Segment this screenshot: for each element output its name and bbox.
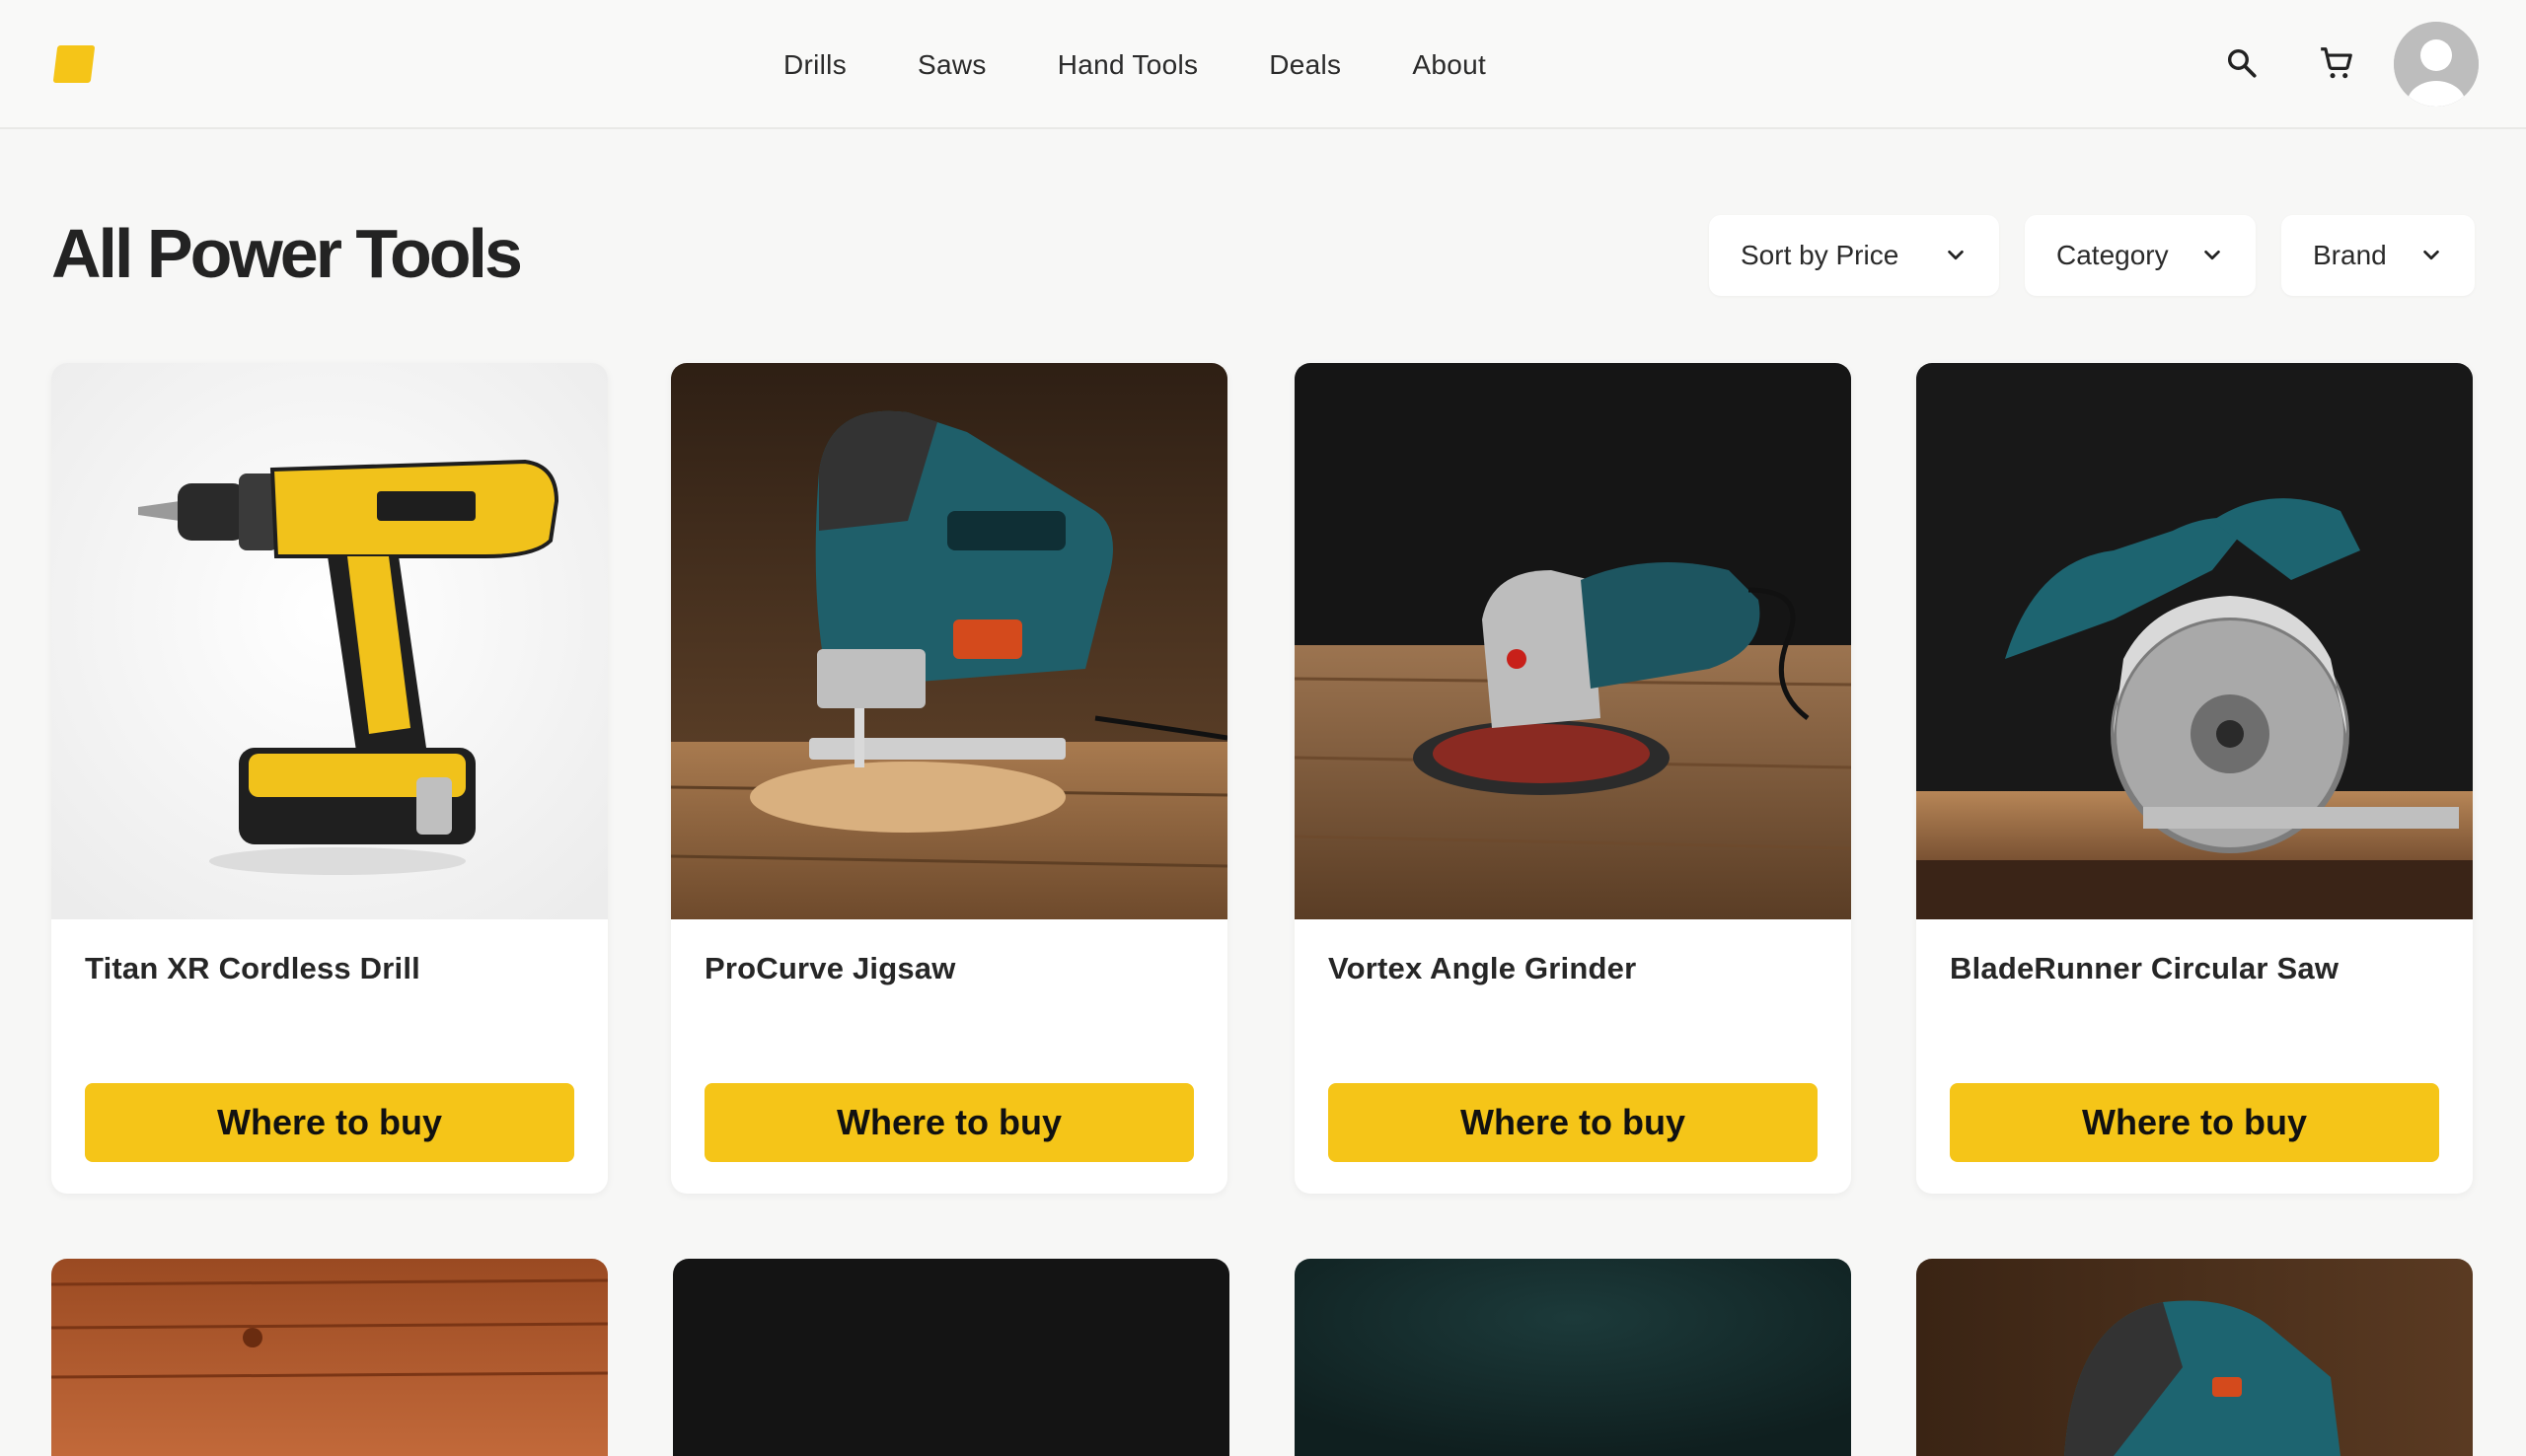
product-image-drill[interactable] [51, 363, 608, 919]
product-card[interactable]: Vortex Angle Grinder Where to buy [1295, 363, 1851, 1194]
product-card[interactable]: ProCurve Jigsaw Where to buy [671, 363, 1227, 1194]
sort-label: Sort by Price [1741, 240, 1899, 270]
cart-button[interactable] [2311, 37, 2362, 89]
user-avatar[interactable] [2394, 22, 2479, 107]
top-navigation-bar: Drills Saws Hand Tools Deals About [0, 0, 2526, 129]
product-name[interactable]: Vortex Angle Grinder [1328, 951, 1636, 986]
category-label: Category [2056, 240, 2169, 270]
cart-icon [2321, 47, 2352, 79]
nav-link-saws[interactable]: Saws [918, 39, 987, 91]
user-icon [2394, 22, 2479, 107]
page-title: All Power Tools [51, 215, 523, 292]
where-to-buy-button[interactable]: Where to buy [1950, 1083, 2439, 1162]
product-card-partial[interactable] [1295, 1259, 1851, 1456]
where-to-buy-button[interactable]: Where to buy [1328, 1083, 1818, 1162]
product-card-partial[interactable] [51, 1259, 608, 1456]
brand-dropdown[interactable]: Brand [2281, 215, 2475, 296]
chevron-down-icon [2200, 244, 2224, 267]
product-name[interactable]: ProCurve Jigsaw [705, 951, 956, 986]
brand-label: Brand [2313, 240, 2387, 270]
product-card[interactable]: BladeRunner Circular Saw Where to buy [1916, 363, 2473, 1194]
product-card-partial[interactable] [673, 1259, 1229, 1456]
product-image-jigsaw[interactable] [671, 363, 1227, 919]
where-to-buy-button[interactable]: Where to buy [705, 1083, 1194, 1162]
product-card[interactable]: Titan XR Cordless Drill Where to buy [51, 363, 608, 1194]
nav-link-drills[interactable]: Drills [783, 39, 847, 91]
search-button[interactable] [2216, 37, 2267, 89]
product-image-circular-saw[interactable] [1916, 363, 2473, 919]
nav-link-deals[interactable]: Deals [1269, 39, 1341, 91]
nav-link-hand-tools[interactable]: Hand Tools [1058, 39, 1199, 91]
main-nav: Drills Saws Hand Tools Deals About [783, 39, 1486, 91]
search-icon [2227, 48, 2257, 78]
brand-logo[interactable] [52, 45, 96, 83]
product-name[interactable]: BladeRunner Circular Saw [1950, 951, 2339, 986]
chevron-down-icon [2419, 244, 2443, 267]
product-card-partial[interactable] [1916, 1259, 2473, 1456]
nav-link-about[interactable]: About [1412, 39, 1486, 91]
category-dropdown[interactable]: Category [2025, 215, 2256, 296]
sort-by-price-dropdown[interactable]: Sort by Price [1709, 215, 1999, 296]
chevron-down-icon [1944, 244, 1968, 267]
product-image-angle-grinder[interactable] [1295, 363, 1851, 919]
where-to-buy-button[interactable]: Where to buy [85, 1083, 574, 1162]
product-name[interactable]: Titan XR Cordless Drill [85, 951, 420, 986]
